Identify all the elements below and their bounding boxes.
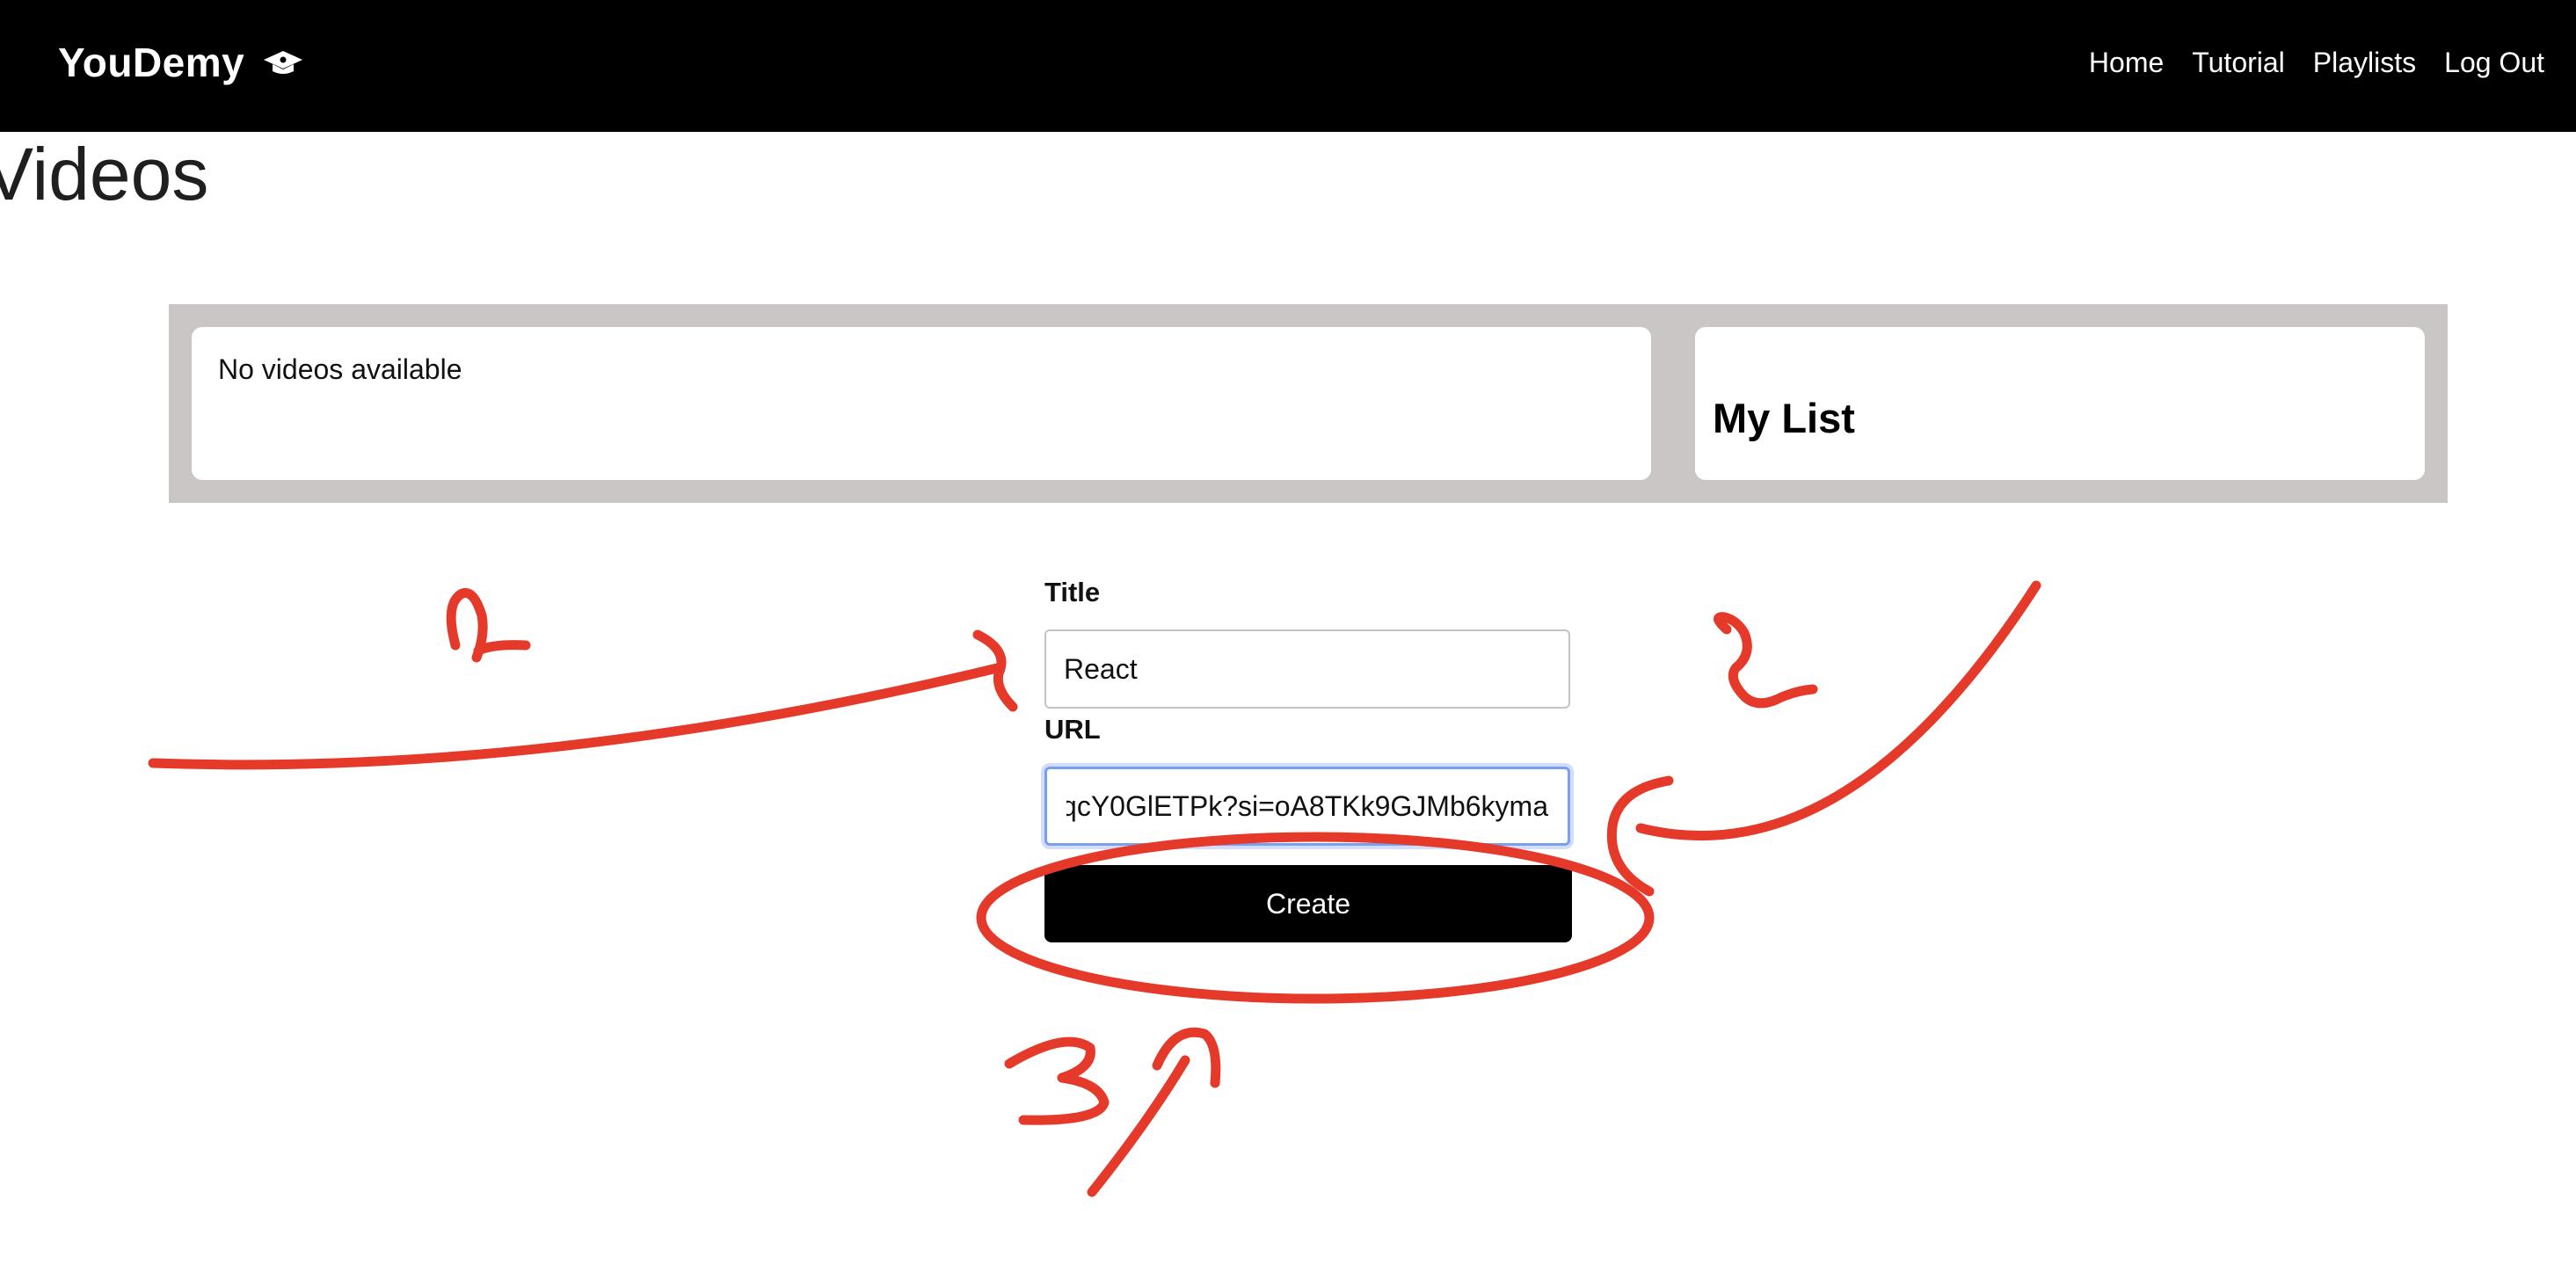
- nav-links: Home Tutorial Playlists Log Out: [2089, 40, 2544, 84]
- annotation-arrow-2: [1635, 580, 2041, 841]
- nav-home-link[interactable]: Home: [2089, 40, 2164, 84]
- my-list-title: My List: [1713, 395, 1855, 441]
- videos-card: No videos available: [192, 327, 1651, 480]
- page-title: Videos: [0, 133, 209, 215]
- annotation-arrowhead-1: [972, 629, 1018, 712]
- my-list-card: My List: [1695, 327, 2425, 480]
- url-label: URL: [1044, 714, 1101, 745]
- annotation-arrow-3: [1087, 1055, 1190, 1197]
- videos-panel: No videos available My List: [169, 304, 2448, 503]
- annotation-arrow-1: [148, 663, 1002, 770]
- nav-tutorial-link[interactable]: Tutorial: [2192, 40, 2285, 84]
- annotation-arrowhead-3: [1152, 1027, 1221, 1088]
- navbar: YouDemy Home Tutorial Playlists Log Out: [0, 0, 2576, 132]
- graduation-cap-icon: [262, 47, 304, 77]
- brand-name: YouDemy: [58, 40, 245, 85]
- annotation-number-2: [1714, 612, 1818, 709]
- annotation-arrowhead-2: [1606, 775, 1674, 897]
- title-label: Title: [1044, 577, 1101, 607]
- brand-link[interactable]: YouDemy: [58, 32, 304, 93]
- annotation-number-3: [1004, 1036, 1110, 1125]
- url-input[interactable]: [1044, 767, 1570, 846]
- nav-playlists-link[interactable]: Playlists: [2313, 40, 2416, 84]
- empty-videos-message: No videos available: [218, 353, 462, 385]
- title-input[interactable]: [1044, 629, 1570, 709]
- nav-logout-link[interactable]: Log Out: [2444, 40, 2544, 84]
- create-button[interactable]: Create: [1044, 865, 1572, 942]
- annotation-number-1: [446, 588, 531, 663]
